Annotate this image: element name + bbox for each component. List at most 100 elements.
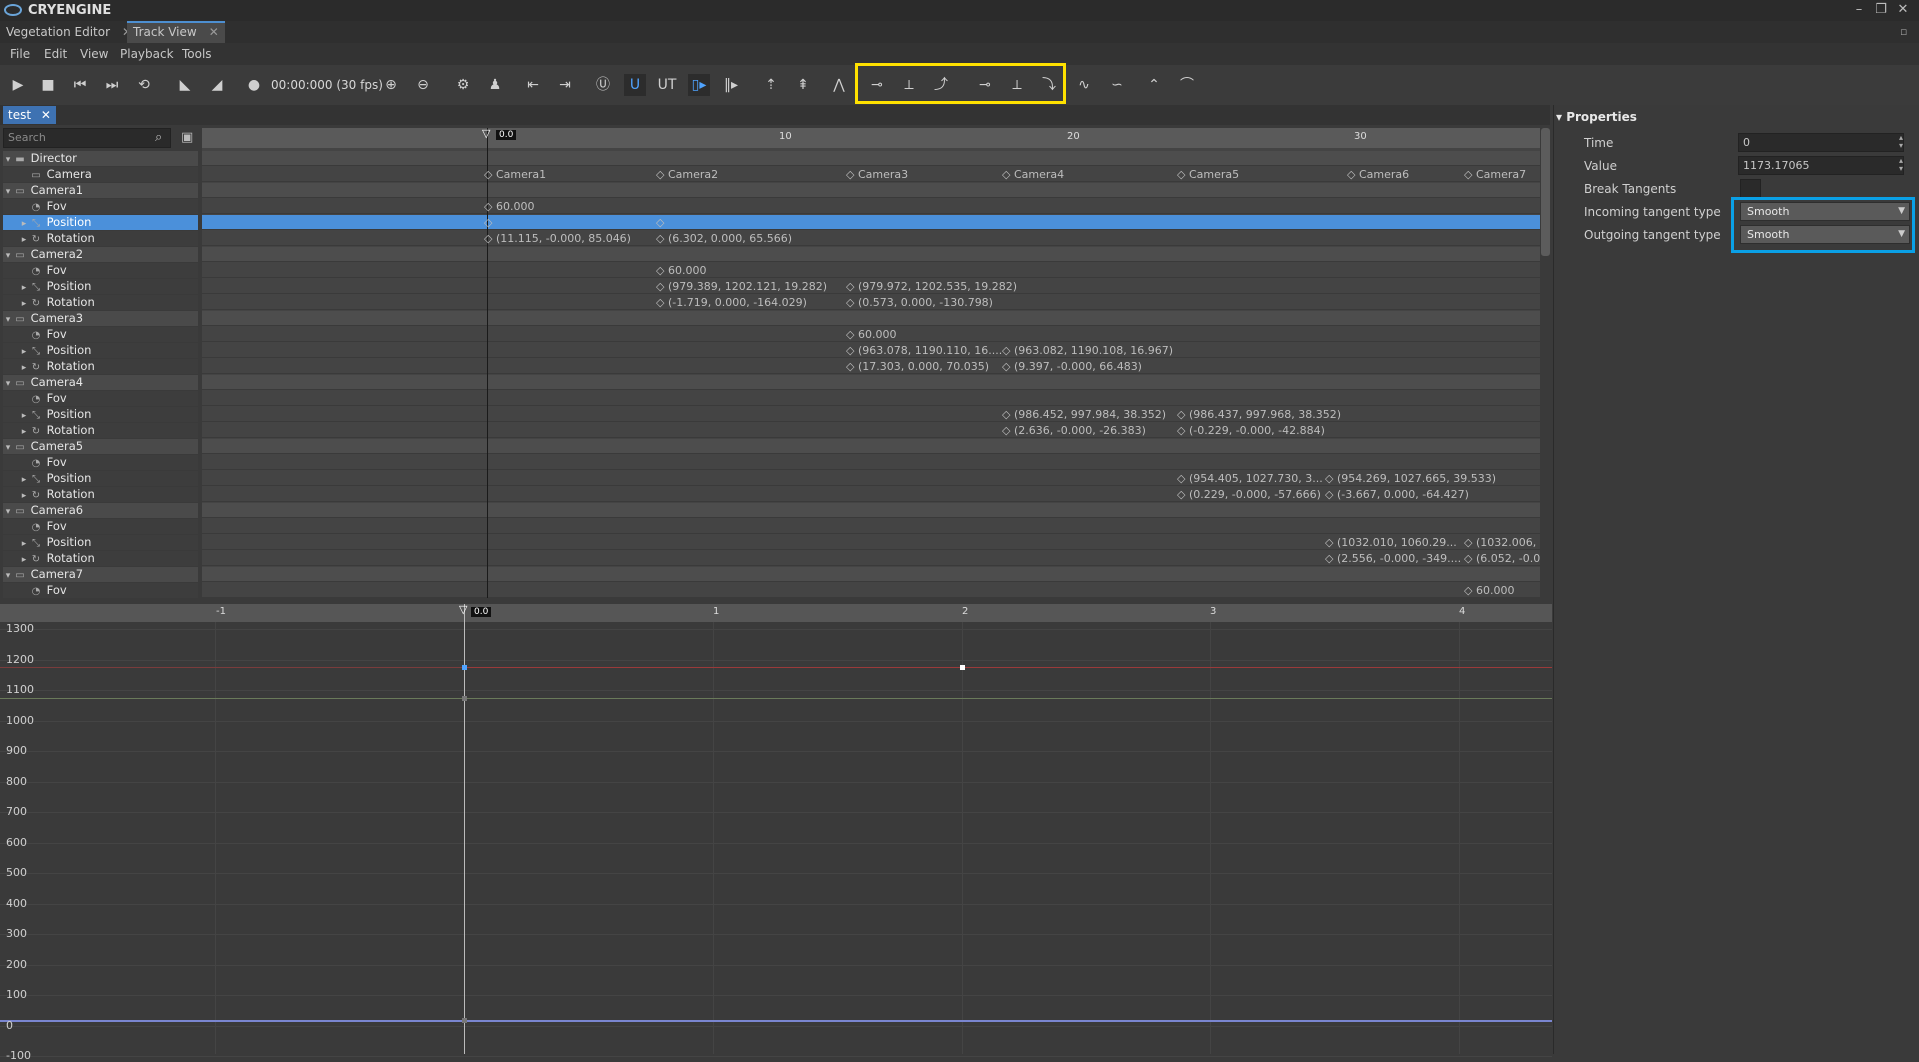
keyframe-diamond-icon[interactable]: ◇ [1177,408,1185,421]
expand-arrow-icon[interactable]: ▾ [3,313,13,328]
track-row[interactable]: ◔ Fov [3,519,198,534]
keyframe-diamond-icon[interactable]: ◇ [1325,552,1333,565]
panel-options-icon[interactable]: ▫ [1900,25,1907,38]
keyframe[interactable]: ◇ (-1.719, 0.000, -164.029) [656,295,807,310]
track-row[interactable]: ▸ ↻ Rotation [3,423,198,438]
keyframe[interactable]: ◇ (963.082, 1190.108, 16.967) [1002,343,1173,358]
keyframe[interactable]: ◇ 60.000 [656,263,706,278]
keyframe[interactable]: ◇ Camera4 [1002,167,1064,182]
snap-unit-icon[interactable]: Ⓤ [592,74,614,96]
track-lane[interactable] [202,423,1540,438]
keyframe[interactable]: ◇ (963.078, 1190.110, 16.... [846,343,1002,358]
keyframe-diamond-icon[interactable]: ◇ [656,168,664,181]
keyframe-diamond-icon[interactable]: ◇ [1325,488,1333,501]
keyframe[interactable]: ◇ Camera3 [846,167,908,182]
snap-magnet-icon[interactable]: U [624,74,646,96]
zoom-in-icon[interactable]: ⊕ [380,74,402,96]
keyframe-diamond-icon[interactable]: ◇ [1325,536,1333,549]
curve-key-point[interactable] [462,696,467,701]
expand-arrow-icon[interactable]: ▸ [19,281,29,296]
keyframe-diamond-icon[interactable]: ◇ [846,360,854,373]
tab-track-view[interactable]: Track View ✕ [127,21,225,43]
keyframe-diamond-icon[interactable]: ◇ [1464,536,1472,549]
sequence-tab-test[interactable]: test ✕ [3,106,56,124]
menu-playback[interactable]: Playback [120,47,174,61]
snap-time-icon[interactable]: UT [656,74,678,96]
track-row[interactable]: ▭ Camera [3,167,198,182]
expand-arrow-icon[interactable]: ▸ [19,217,29,232]
curve-flatten-icon[interactable]: ⌒ [1176,74,1198,96]
track-lane[interactable] [202,231,1540,246]
search-icon[interactable]: ⌕ [155,130,162,145]
keyframe-diamond-icon[interactable]: ◇ [1347,168,1355,181]
playhead-handle-icon[interactable]: ▽ [482,127,490,140]
play-icon[interactable]: ▶ [7,74,29,96]
keyframe[interactable]: ◇ (6.302, 0.000, 65.566) [656,231,792,246]
next-key-icon[interactable]: ⇥ [554,74,576,96]
keyframe-diamond-icon[interactable]: ◇ [1002,344,1010,357]
curve-playhead-handle-icon[interactable]: ▽ [459,603,467,616]
track-row[interactable]: ▸ ↻ Rotation [3,487,198,502]
expand-arrow-icon[interactable]: ▸ [19,297,29,312]
curve-key-point[interactable] [462,665,467,670]
expand-arrow-icon[interactable]: ▾ [3,153,13,168]
track-lane[interactable] [202,215,1540,230]
expand-arrow-icon[interactable]: ▸ [19,425,29,440]
track-lane[interactable] [202,503,1540,518]
expand-arrow-icon[interactable]: ▸ [19,473,29,488]
track-lane[interactable] [202,263,1540,278]
start-marker-icon[interactable]: ◣ [174,74,196,96]
keyframe-diamond-icon[interactable]: ◇ [1002,360,1010,373]
track-row[interactable]: ▾ ▭ Camera2 [3,247,198,262]
track-row[interactable]: ▾ ▭ Camera4 [3,375,198,390]
close-sequence-icon[interactable]: ✕ [41,108,51,122]
keyframe[interactable]: ◇ Camera7 [1464,167,1526,182]
keyframe-diamond-icon[interactable]: ◇ [846,296,854,309]
track-lane[interactable] [202,519,1540,534]
curve-normalize-icon[interactable]: ∽ [1106,74,1128,96]
expand-arrow-icon[interactable]: ▸ [19,537,29,552]
track-row[interactable]: ▸ ↻ Rotation [3,231,198,246]
curve-x-line[interactable] [464,667,1552,668]
minimize-button[interactable]: – [1850,2,1868,18]
keyframe-diamond-icon[interactable]: ◇ [484,232,492,245]
track-row[interactable]: ▸ ↻ Rotation [3,295,198,310]
time-spinner-icon[interactable]: ▴ ▾ [1899,134,1903,150]
dope-sheet-scrollbar[interactable] [1541,128,1550,256]
keyframe[interactable]: ◇ (979.972, 1202.535, 19.282) [846,279,1017,294]
loop-icon[interactable]: ⟲ [133,74,155,96]
menu-edit[interactable]: Edit [44,47,67,61]
keyframe[interactable]: ◇ (9.397, -0.000, 66.483) [1002,359,1142,374]
expand-arrow-icon[interactable]: ▾ [3,569,13,584]
track-row[interactable]: ◔ Fov [3,199,198,214]
keyframe-diamond-icon[interactable]: ◇ [1177,472,1185,485]
curve-editor[interactable] [0,604,1552,1054]
keyframe-diamond-icon[interactable]: ◇ [656,264,664,277]
keyframe[interactable]: ◇ [484,215,492,230]
curve-ruler[interactable] [0,604,1552,622]
add-track-icon[interactable]: ▣ [181,130,193,145]
curve-y-line[interactable] [0,698,1552,699]
keyframe-diamond-icon[interactable]: ◇ [1177,488,1185,501]
track-lane[interactable] [202,375,1540,390]
curve-peak-icon[interactable]: ⌃ [1143,74,1165,96]
keyframe-diamond-icon[interactable]: ◇ [1002,168,1010,181]
track-row[interactable]: ▾ ▭ Camera1 [3,183,198,198]
track-lane[interactable] [202,247,1540,262]
prev-key-icon[interactable]: ⇤ [522,74,544,96]
tangent-auto-icon[interactable]: ⋀ [828,74,850,96]
track-row[interactable]: ◔ Fov [3,455,198,470]
keyframe[interactable]: ◇ (0.229, -0.000, -57.666) [1177,487,1321,502]
track-lane[interactable] [202,199,1540,214]
tab-vegetation-editor[interactable]: Vegetation Editor✕ [0,21,138,43]
maximize-button[interactable]: ❐ [1872,2,1890,18]
track-row[interactable]: ▸ ⤡ Position [3,343,198,358]
keyframe-diamond-icon[interactable]: ◇ [484,168,492,181]
settings-gear-icon[interactable]: ⚙ [452,74,474,96]
keyframe[interactable]: ◇ (986.452, 997.984, 38.352) [1002,407,1166,422]
dope-sheet-ruler[interactable] [202,128,1540,148]
track-row[interactable]: ▸ ↻ Rotation [3,551,198,566]
track-lane[interactable] [202,151,1540,166]
menu-tools[interactable]: Tools [182,47,212,61]
track-row[interactable]: ▸ ⤡ Position [3,279,198,294]
